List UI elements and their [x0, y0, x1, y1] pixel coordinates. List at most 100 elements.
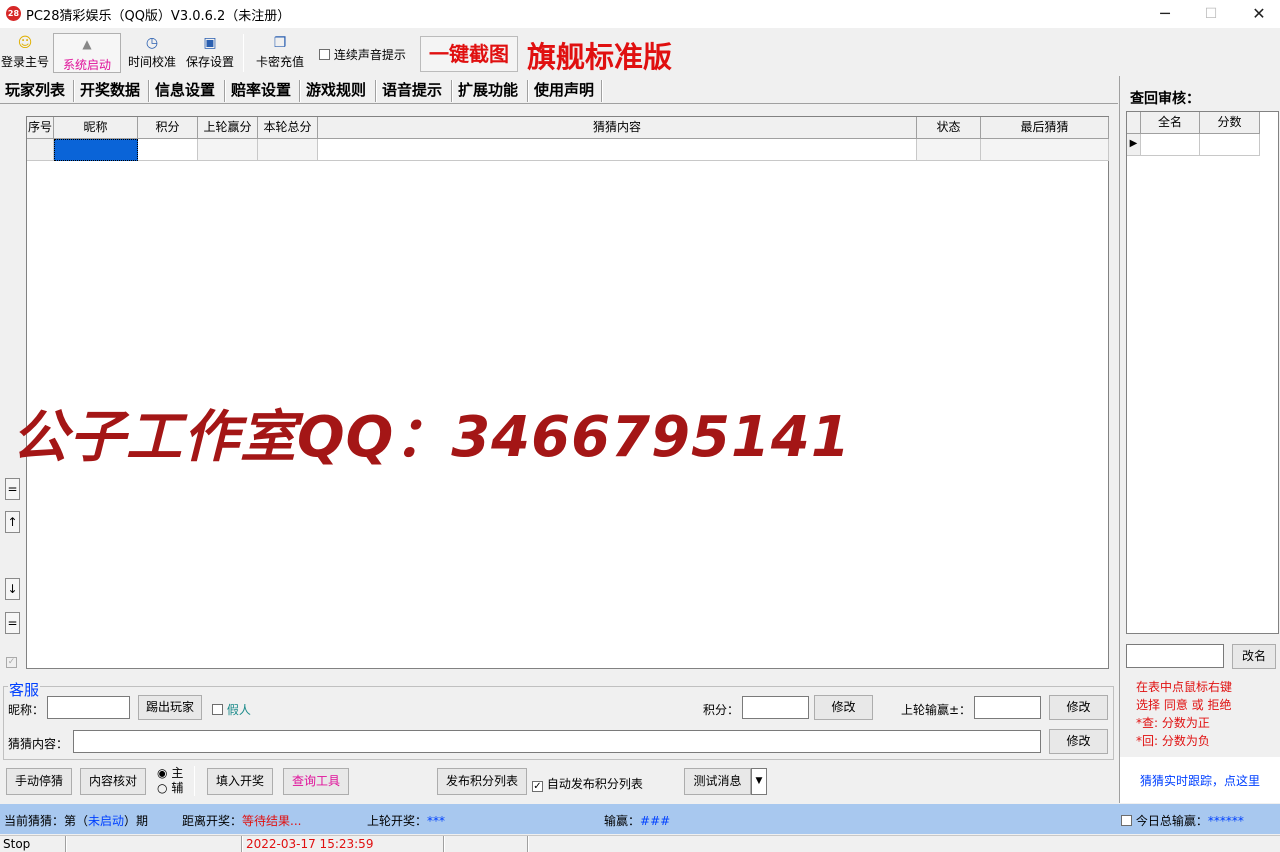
column-header-guess-content[interactable]: 猜猜内容 — [318, 117, 917, 139]
test-message-dropdown-icon[interactable]: ▼ — [751, 768, 767, 795]
align-top-button[interactable]: = — [5, 478, 20, 500]
table-cell[interactable] — [138, 139, 198, 161]
table-cell[interactable] — [198, 139, 258, 161]
points-input[interactable] — [742, 696, 809, 719]
footer-divider — [65, 836, 67, 852]
card-recharge-button[interactable]: ❐ 卡密充值 — [252, 33, 308, 73]
tracking-link[interactable]: 猜猜实时跟踪，点这里 — [1140, 772, 1260, 789]
tab-divider — [375, 80, 377, 102]
column-header-points[interactable]: 积分 — [138, 117, 198, 139]
tab-draw-data[interactable]: 开奖数据 — [77, 78, 143, 102]
tab-extensions[interactable]: 扩展功能 — [455, 78, 521, 102]
review-table[interactable]: 全名 分数 ▶ — [1126, 111, 1279, 634]
one-click-capture-button[interactable]: 一键截图 — [420, 36, 518, 72]
fake-player-checkbox[interactable]: 假人 — [212, 701, 251, 718]
kick-player-button[interactable]: 踢出玩家 — [138, 695, 202, 720]
tab-voice-prompt[interactable]: 语音提示 — [379, 78, 445, 102]
table-cell-selected[interactable] — [54, 139, 138, 161]
close-button[interactable]: ✕ — [1236, 2, 1280, 26]
tab-baseline — [0, 103, 1118, 104]
today-total-status[interactable]: 今日总输赢：****** — [1121, 812, 1244, 829]
modify-guess-button[interactable]: 修改 — [1049, 729, 1108, 754]
watermark-text: 公子工作室QQ：3466795141 — [12, 405, 851, 470]
footer-status-bar: Stop 2022-03-17 15:23:59 — [0, 835, 1280, 852]
column-header-status[interactable]: 状态 — [917, 117, 981, 139]
sound-alert-label: 连续声音提示 — [333, 48, 406, 62]
mode-radio-main[interactable]: ◉ 主 — [157, 766, 183, 780]
current-guess-suffix: ）期 — [124, 814, 149, 828]
table-cell[interactable] — [318, 139, 917, 161]
last-round-input[interactable] — [974, 696, 1041, 719]
cards-icon: ❐ — [273, 35, 287, 51]
sound-alert-check[interactable] — [319, 49, 330, 60]
table-cell[interactable] — [981, 139, 1109, 161]
fill-draw-button[interactable]: 填入开奖 — [207, 768, 273, 795]
footer-divider — [443, 836, 445, 852]
rename-input[interactable] — [1126, 644, 1224, 668]
time-calibrate-label: 时间校准 — [127, 55, 176, 69]
tab-odds-settings[interactable]: 赔率设置 — [228, 78, 294, 102]
manual-stop-button[interactable]: 手动停猜 — [6, 768, 72, 795]
auto-publish-checkbox[interactable]: ✓ 自动发布积分列表 — [532, 775, 643, 792]
sound-alert-checkbox[interactable]: 连续声音提示 — [319, 46, 406, 63]
current-guess-status: 当前猜猜：第（未启动）期 — [4, 812, 148, 829]
nickname-input[interactable] — [47, 696, 130, 719]
countdown-value: 等待结果... — [242, 814, 302, 828]
system-start-button[interactable]: ▲ 系统启动 — [53, 33, 121, 73]
table-cell[interactable] — [917, 139, 981, 161]
radio-selected-icon: ◉ — [157, 766, 168, 780]
radio-aux-label: 辅 — [171, 781, 184, 795]
align-bottom-button[interactable]: = — [5, 612, 20, 634]
modify-points-button[interactable]: 修改 — [814, 695, 873, 720]
login-main-button[interactable]: ☺ 登录主号 — [0, 33, 50, 73]
maximize-button[interactable]: ☐ — [1188, 2, 1234, 26]
time-calibrate-button[interactable]: ◷ 时间校准 — [124, 33, 180, 73]
mode-radio-aux[interactable]: ○ 辅 — [157, 781, 183, 795]
column-header-last-win[interactable]: 上轮赢分 — [198, 117, 258, 139]
table-cell[interactable] — [258, 139, 318, 161]
status-bar: 当前猜猜：第（未启动）期 距离开奖：等待结果... 上轮开奖：*** 输赢：##… — [0, 804, 1280, 834]
last-draw-status: 上轮开奖：*** — [367, 812, 445, 829]
save-settings-button[interactable]: ▣ 保存设置 — [182, 33, 238, 73]
review-cell[interactable] — [1200, 134, 1260, 156]
table-cell[interactable] — [27, 139, 54, 161]
review-column-fullname[interactable]: 全名 — [1141, 112, 1200, 134]
query-tool-button[interactable]: 查询工具 — [283, 768, 349, 795]
review-title: 查回审核： — [1130, 91, 1200, 107]
fake-player-check[interactable] — [212, 704, 223, 715]
publish-points-button[interactable]: 发布积分列表 — [437, 768, 527, 795]
footer-timestamp: 2022-03-17 15:23:59 — [246, 837, 374, 851]
test-message-button[interactable]: 测试消息 — [684, 768, 751, 795]
run-state: Stop — [3, 837, 31, 851]
modify-last-round-button[interactable]: 修改 — [1049, 695, 1108, 720]
last-draw-value: *** — [427, 814, 446, 828]
edition-label: 旗舰标准版 — [527, 40, 673, 74]
auto-publish-label: 自动发布积分列表 — [546, 777, 643, 791]
tab-info-settings[interactable]: 信息设置 — [152, 78, 218, 102]
content-check-button[interactable]: 内容核对 — [80, 768, 146, 795]
rename-button[interactable]: 改名 — [1232, 644, 1276, 669]
column-header-last-guess[interactable]: 最后猜猜 — [981, 117, 1109, 139]
tab-game-rules[interactable]: 游戏规则 — [303, 78, 369, 102]
footer-divider — [527, 836, 529, 852]
toolbar-divider — [243, 34, 244, 72]
save-settings-label: 保存设置 — [185, 55, 234, 69]
guess-content-input[interactable] — [73, 730, 1041, 753]
tab-player-list[interactable]: 玩家列表 — [2, 78, 68, 102]
auto-publish-check[interactable]: ✓ — [532, 781, 543, 792]
select-all-checkbox[interactable]: ✓ — [6, 657, 17, 668]
tab-usage-statement[interactable]: 使用声明 — [531, 78, 597, 102]
minimize-button[interactable]: ─ — [1142, 2, 1188, 26]
today-total-check[interactable] — [1121, 815, 1132, 826]
move-down-button[interactable]: ↓ — [5, 578, 20, 600]
win-loss-label: 输赢： — [604, 814, 641, 828]
column-header-round-total[interactable]: 本轮总分 — [258, 117, 318, 139]
column-header-nickname[interactable]: 昵称 — [54, 117, 138, 139]
tab-divider — [148, 80, 150, 102]
move-up-button[interactable]: ↑ — [5, 511, 20, 533]
column-header-index[interactable]: 序号 — [27, 117, 54, 139]
tab-divider — [224, 80, 226, 102]
review-cell[interactable] — [1141, 134, 1200, 156]
floppy-icon: ▣ — [203, 35, 217, 51]
review-column-score[interactable]: 分数 — [1200, 112, 1260, 134]
